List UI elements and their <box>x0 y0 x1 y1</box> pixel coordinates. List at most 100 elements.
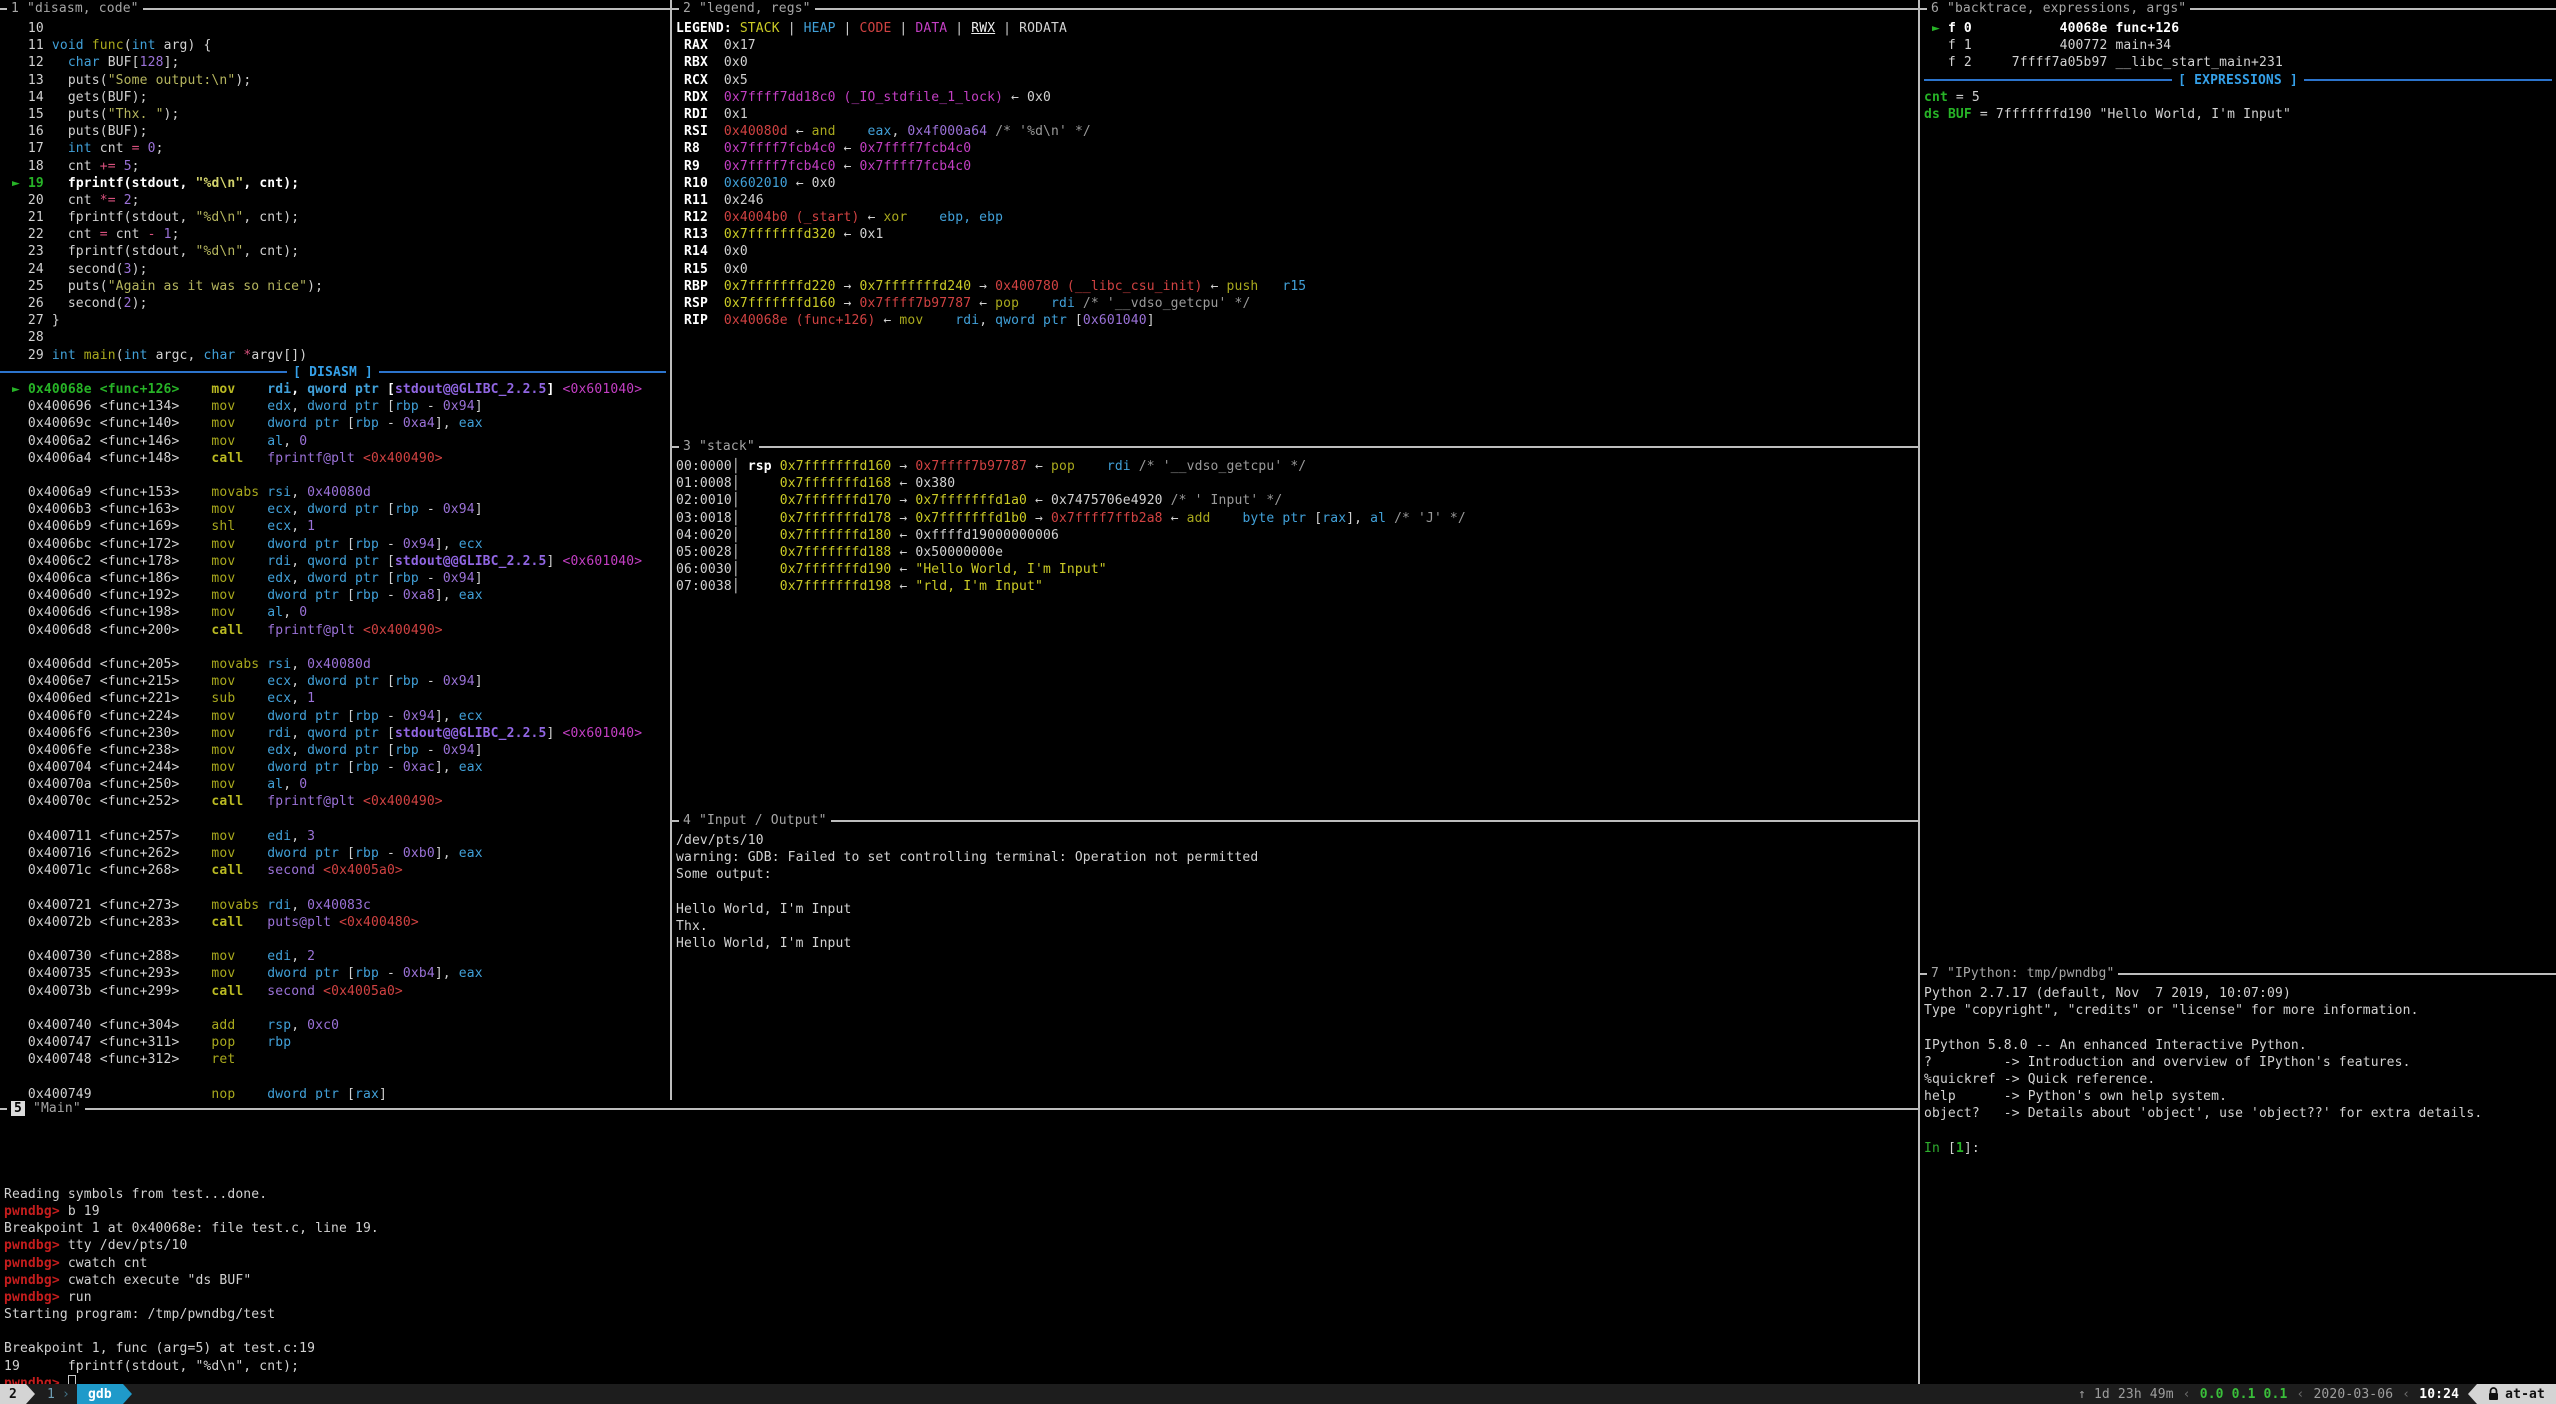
text-segment: 06:0030 <box>676 562 732 577</box>
terminal-line: 0x400711 <func+257> mov edi, 3 <box>4 828 670 845</box>
gdb-console-input-area[interactable]: Reading symbols from test...done.pwndbg>… <box>0 1117 1918 1384</box>
status-window-tab-gdb[interactable]: 1 › gdb <box>35 1384 132 1404</box>
pane-backtrace-expressions[interactable]: 6 "backtrace, expressions, args" ► f 0 4… <box>1920 0 2556 965</box>
text-segment: 0x7fffffffd190 <box>780 562 892 577</box>
powerline-separator-icon <box>26 1384 35 1404</box>
terminal-line <box>4 1068 670 1085</box>
text-segment: 1 <box>307 691 315 706</box>
text-segment: 0x4f000a64 <box>907 124 987 139</box>
text-segment: 0x7fffffffd170 <box>780 493 892 508</box>
terminal-line <box>4 1134 1918 1151</box>
text-segment: second <box>267 984 315 999</box>
terminal-line: R12 0x4004b0 (_start) ← xor ebp, ebp <box>676 209 1918 226</box>
status-session-indicator: 2 <box>0 1384 26 1404</box>
terminal-line: RAX 0x17 <box>676 37 1918 54</box>
pane-disasm-code[interactable]: 1 "disasm, code" 10 11 void func(int arg… <box>0 0 670 1100</box>
terminal-line: 0x40071c <func+268> call second <0x4005a… <box>4 862 670 879</box>
text-segment: , <box>291 898 307 913</box>
terminal-line: 06:0030│ 0x7fffffffd190 ← "Hello World, … <box>676 561 1918 578</box>
pane-stack[interactable]: 3 "stack" 00:0000│ rsp 0x7fffffffd160 → … <box>672 438 1918 812</box>
text-segment: - <box>379 760 403 775</box>
text-segment: , <box>291 743 307 758</box>
pane-ipython[interactable]: 7 "IPython: tmp/pwndbg" Python 2.7.17 (d… <box>1920 965 2556 1384</box>
text-segment: ← <box>836 227 860 242</box>
pane-legend-regs[interactable]: 2 "legend, regs" LEGEND: STACK | HEAP | … <box>672 0 1918 438</box>
terminal-line <box>4 1000 670 1017</box>
text-segment: RDX <box>684 90 708 105</box>
text-segment: 0x50000000e <box>915 545 1003 560</box>
text-segment: ecx <box>267 519 291 534</box>
terminal-line: 0x4006b3 <func+163> mov ecx, dword ptr [… <box>4 501 670 518</box>
text-segment: dword ptr <box>267 1087 339 1100</box>
text-segment: ← <box>1003 90 1027 105</box>
text-segment: DATA <box>915 21 947 36</box>
text-segment: stdout@@GLIBC_2.2.5 <box>395 726 547 741</box>
text-segment: dword ptr <box>267 416 339 431</box>
text-segment: = 5 <box>1948 90 1980 105</box>
text-segment: eax <box>868 124 892 139</box>
text-segment: rdi <box>267 554 291 569</box>
text-segment: al <box>267 777 283 792</box>
text-segment: , <box>291 554 307 569</box>
text-segment: R12 <box>684 210 708 225</box>
text-segment: /* 'J' */ <box>1394 511 1466 526</box>
registers-listing: LEGEND: STACK | HEAP | CODE | DATA | RWX… <box>672 17 1918 329</box>
pane-title: "IPython: tmp/pwndbg" <box>1947 966 2115 981</box>
text-segment: 0x94 <box>443 743 475 758</box>
text-segment: RAX <box>684 38 708 53</box>
text-segment <box>923 313 955 328</box>
text-segment: qword ptr <box>307 554 379 569</box>
ipython-console-input-area[interactable]: Python 2.7.17 (default, Nov 7 2019, 10:0… <box>1920 982 2556 1157</box>
pane-border-line <box>672 820 1918 822</box>
pane-ipython-header: 7 "IPython: tmp/pwndbg" <box>1920 965 2556 982</box>
text-segment: int <box>52 348 76 363</box>
text-segment <box>84 38 92 53</box>
text-segment: 0x4006a9 <func+153> <box>4 485 211 500</box>
text-segment: 0x7fffffffd188 <box>780 545 892 560</box>
load-average: 0.0 0.1 0.1 <box>2200 1387 2288 1402</box>
text-segment: - <box>379 537 403 552</box>
pane-main-gdb-console[interactable]: 5 "Main" Reading symbols from test...don… <box>0 1100 1918 1384</box>
terminal-line: Hello World, I'm Input <box>676 901 1918 918</box>
text-segment: "Some output:\n" <box>108 73 236 88</box>
terminal-line: help -> Python's own help system. <box>1924 1088 2556 1105</box>
text-segment: <0x400490> <box>363 451 443 466</box>
text-segment: ], <box>435 588 459 603</box>
text-segment: CODE <box>860 21 892 36</box>
text-segment: | <box>947 21 971 36</box>
text-segment <box>676 313 684 328</box>
text-segment <box>676 176 684 191</box>
pane-input-output[interactable]: 4 "Input / Output" /dev/pts/10warning: G… <box>672 812 1918 1100</box>
chevron-separator-icon: ‹ <box>2183 1387 2191 1402</box>
terminal-line: 10 <box>4 20 670 37</box>
text-segment <box>243 915 267 930</box>
text-segment: 10 <box>4 21 44 36</box>
text-segment: nop <box>211 1087 235 1100</box>
text-segment: 0x4006fe <func+238> <box>4 743 211 758</box>
text-segment: │ <box>732 511 780 526</box>
uptime-value: 1d 23h 49m <box>2094 1387 2174 1402</box>
text-segment: 0x40080d <box>307 657 371 672</box>
text-segment: mov <box>211 829 235 844</box>
text-segment: 19 fprintf(stdout, "%d\n", cnt); <box>4 1359 299 1374</box>
text-segment: 0x7ffff7dd18c0 (_IO_stdfile_1_lock) <box>724 90 1003 105</box>
text-segment: rbp <box>395 674 419 689</box>
text-segment: /* ' Input' */ <box>1171 493 1283 508</box>
text-segment: ], <box>435 846 459 861</box>
terminal-line <box>4 639 670 656</box>
terminal-line: Type "copyright", "credits" or "license"… <box>1924 1002 2556 1019</box>
text-segment <box>676 141 684 156</box>
text-segment: [ <box>379 399 395 414</box>
terminal-line: 04:0020│ 0x7fffffffd180 ← 0xffffd1900000… <box>676 527 1918 544</box>
text-segment: call <box>211 915 243 930</box>
text-segment: ); <box>132 262 148 277</box>
pane-title: "backtrace, expressions, args" <box>1947 1 2186 16</box>
text-segment: ← <box>788 124 812 139</box>
terminal-line <box>4 1169 1918 1186</box>
text-segment: 04:0020 <box>676 528 732 543</box>
text-segment <box>676 124 684 139</box>
text-segment: ► <box>1924 21 1948 36</box>
text-segment: [ <box>339 588 355 603</box>
terminal-line <box>4 1151 1918 1168</box>
text-segment: 0x94 <box>443 674 475 689</box>
